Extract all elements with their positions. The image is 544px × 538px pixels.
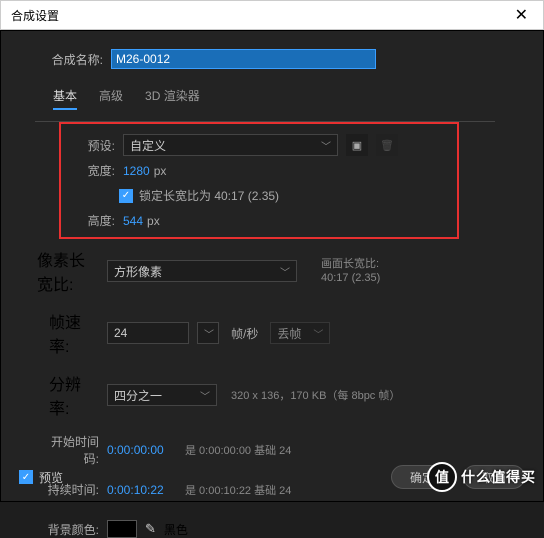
chevron-down-icon: ﹀	[200, 388, 210, 403]
dialog-body: 合成名称: 基本 高级 3D 渲染器 预设: 自定义 ﹀ ▣ 🗑 宽度: 128…	[0, 30, 544, 502]
par-label: 像素长宽比:	[37, 247, 99, 295]
tab-renderer[interactable]: 3D 渲染器	[145, 87, 200, 110]
eyedropper-icon[interactable]: ✎	[145, 521, 156, 537]
height-input[interactable]: 544	[123, 214, 143, 228]
fps-select[interactable]: 24	[107, 322, 189, 344]
start-timecode-input[interactable]: 0:00:00:00	[107, 443, 177, 457]
delete-preset-icon[interactable]: 🗑	[376, 134, 398, 156]
preset-highlight-box: 预设: 自定义 ﹀ ▣ 🗑 宽度: 1280 px ✓ 锁定长宽比为 40:17…	[59, 122, 459, 239]
res-info: 320 x 136，170 KB（每 8bpc 帧）	[231, 387, 400, 403]
window-title-bar: 合成设置 ✕	[0, 0, 544, 30]
tabs: 基本 高级 3D 渲染器	[53, 87, 525, 110]
start-timecode-row: 开始时间码: 0:00:00:00 是 0:00:00:00 基础 24	[37, 433, 525, 467]
par-select[interactable]: 方形像素 ﹀	[107, 260, 297, 282]
framerate-row: 帧速率: 24 ﹀ 帧/秒 丢帧 ﹀	[49, 309, 525, 357]
ok-button[interactable]: 确定	[391, 465, 453, 489]
height-label: 高度:	[73, 212, 115, 229]
window-title: 合成设置	[11, 7, 59, 24]
tabs-divider	[35, 121, 495, 122]
width-input[interactable]: 1280	[123, 164, 150, 178]
chevron-down-icon: ﹀	[280, 264, 290, 279]
comp-name-label: 合成名称:	[19, 51, 111, 68]
dropframe-select: 丢帧 ﹀	[270, 322, 330, 344]
frame-aspect-label: 画面长宽比: 40:17 (2.35)	[321, 257, 380, 286]
chevron-down-icon: ﹀	[313, 326, 323, 341]
bg-color-name: 黑色	[164, 521, 188, 538]
start-is-label: 是 0:00:00:00 基础 24	[185, 442, 291, 458]
res-label: 分辨率:	[49, 371, 99, 419]
comp-name-input[interactable]	[111, 49, 376, 69]
res-select[interactable]: 四分之一 ﹀	[107, 384, 217, 406]
start-label: 开始时间码:	[37, 433, 99, 467]
pixel-aspect-row: 像素长宽比: 方形像素 ﹀ 画面长宽比: 40:17 (2.35)	[37, 247, 525, 295]
cancel-button[interactable]: 取消	[463, 465, 525, 489]
resolution-row: 分辨率: 四分之一 ﹀ 320 x 136，170 KB（每 8bpc 帧）	[49, 371, 525, 419]
comp-name-row: 合成名称:	[19, 49, 525, 69]
close-icon[interactable]: ✕	[510, 5, 533, 25]
dialog-footer: ✓ 预览 确定 取消	[19, 465, 525, 489]
preset-label: 预设:	[73, 137, 115, 154]
lock-aspect-checkbox[interactable]: ✓	[119, 189, 133, 203]
lock-aspect-label: 锁定长宽比为 40:17 (2.35)	[139, 187, 279, 204]
fps-dropdown-button[interactable]: ﹀	[197, 322, 219, 344]
preset-select[interactable]: 自定义 ﹀	[123, 134, 338, 156]
chevron-down-icon: ﹀	[321, 138, 331, 153]
preview-label: 预览	[39, 469, 63, 486]
save-preset-icon[interactable]: ▣	[346, 134, 368, 156]
preview-checkbox[interactable]: ✓	[19, 470, 33, 484]
bgcolor-row: 背景颜色: ✎ 黑色	[37, 520, 525, 538]
tab-basic[interactable]: 基本	[53, 87, 77, 110]
tab-advanced[interactable]: 高级	[99, 87, 123, 110]
width-label: 宽度:	[73, 162, 115, 179]
fps-unit: 帧/秒	[231, 325, 258, 342]
bg-label: 背景颜色:	[37, 521, 99, 538]
bg-color-swatch[interactable]	[107, 520, 137, 538]
fps-label: 帧速率:	[49, 309, 99, 357]
